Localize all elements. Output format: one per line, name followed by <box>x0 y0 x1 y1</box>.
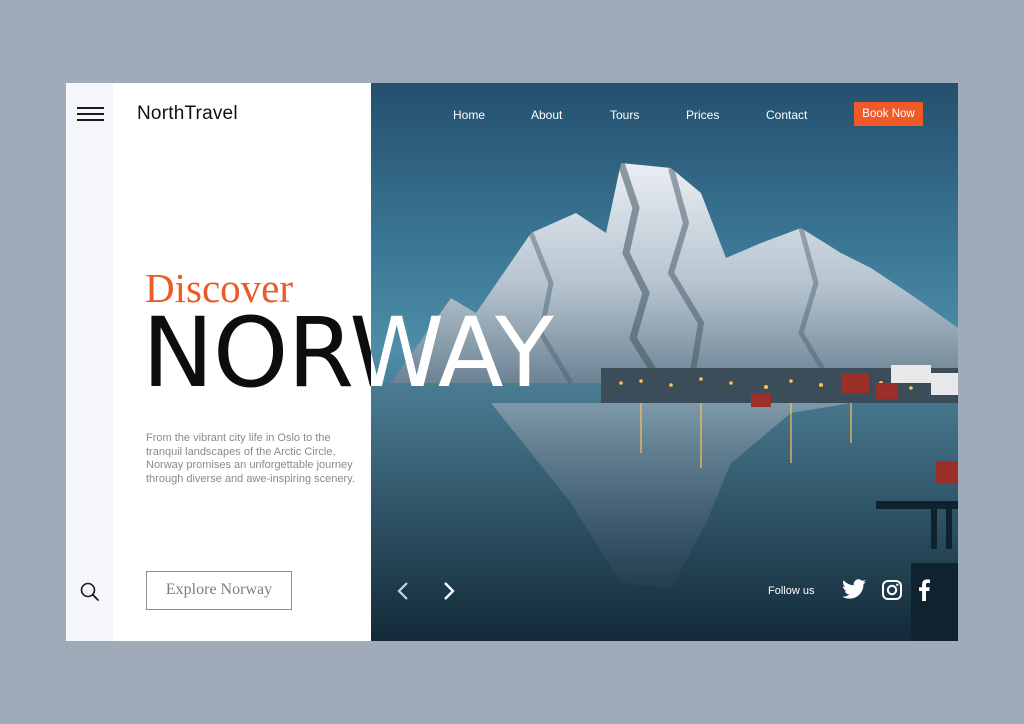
chevron-left-icon[interactable] <box>393 580 413 602</box>
twitter-icon[interactable] <box>841 579 867 606</box>
hero-image: Home About Tours Prices Contact Book Now… <box>371 83 958 641</box>
hamburger-menu-icon[interactable] <box>77 107 104 123</box>
nav-prices[interactable]: Prices <box>686 108 719 122</box>
search-icon[interactable] <box>79 581 101 603</box>
follow-us-label: Follow us <box>768 585 815 597</box>
hero-description: From the vibrant city life in Oslo to th… <box>146 432 355 485</box>
landing-page: NorthTravel Home About Tours Prices Cont… <box>66 83 958 641</box>
book-now-button[interactable]: Book Now <box>854 102 923 126</box>
nav-contact[interactable]: Contact <box>766 108 807 122</box>
headline-text-dark: NORWAY <box>142 297 371 409</box>
lofoten-landscape <box>371 161 958 641</box>
chevron-right-icon[interactable] <box>439 580 459 602</box>
brand-logo[interactable]: NorthTravel <box>137 103 238 125</box>
side-rail <box>66 83 113 641</box>
nav-tours[interactable]: Tours <box>610 108 639 122</box>
instagram-icon[interactable] <box>881 579 903 606</box>
nav-home[interactable]: Home <box>453 108 485 122</box>
explore-norway-button[interactable]: Explore Norway <box>146 571 292 610</box>
facebook-icon[interactable] <box>917 579 931 606</box>
hero-kicker: Discover <box>145 265 294 311</box>
nav-about[interactable]: About <box>531 108 562 122</box>
